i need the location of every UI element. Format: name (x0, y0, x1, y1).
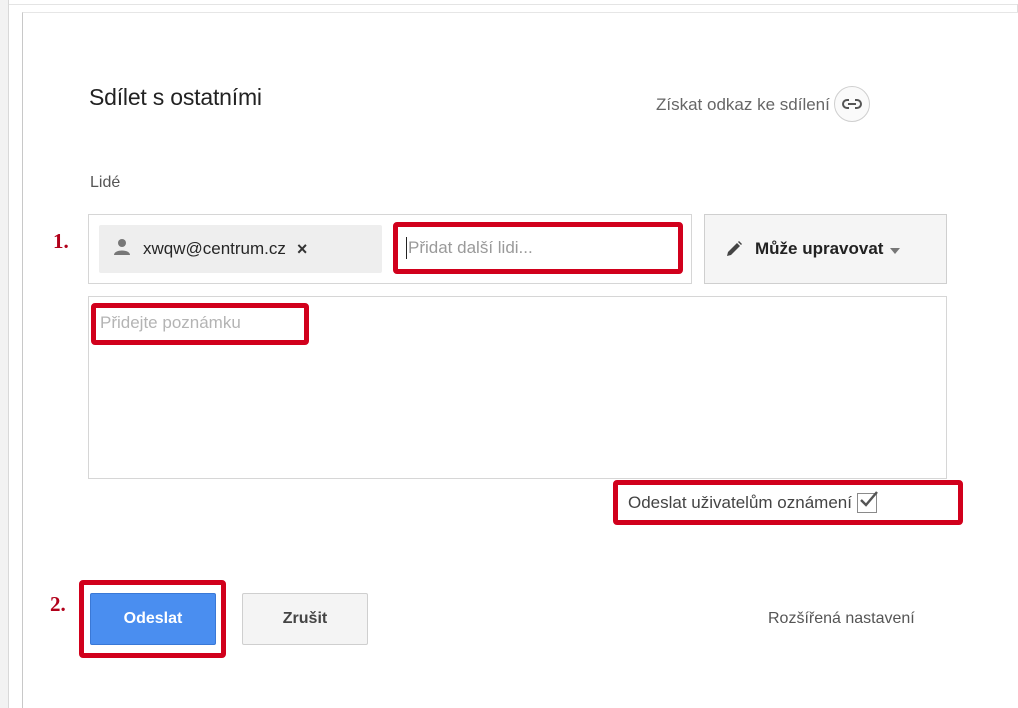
notify-checkbox[interactable] (856, 490, 878, 513)
permission-label: Může upravovat (755, 239, 884, 258)
step-1-marker: 1. (53, 229, 69, 253)
recipient-chip[interactable]: xwqw@centrum.cz × (99, 225, 382, 273)
cancel-button[interactable]: Zrušit (242, 593, 368, 645)
dialog-title: Sdílet s ostatními (89, 84, 262, 110)
background-edge (8, 0, 9, 708)
page: Sdílet s ostatními Získat odkaz ke sdíle… (0, 0, 1018, 708)
remove-recipient-icon[interactable]: × (297, 239, 308, 260)
person-icon (113, 238, 131, 261)
note-textarea[interactable] (100, 313, 300, 335)
get-link-button[interactable]: Získat odkaz ke sdílení (656, 86, 870, 122)
add-people-input[interactable] (408, 238, 658, 258)
link-icon[interactable] (833, 86, 870, 122)
chevron-down-icon (890, 248, 901, 254)
permission-dropdown[interactable]: Může upravovat (704, 214, 947, 284)
get-link-label: Získat odkaz ke sdílení (656, 95, 830, 114)
people-label: Lidé (90, 174, 121, 191)
advanced-settings-link[interactable]: Rozšířená nastavení (768, 610, 915, 628)
notify-label: Odeslat uživatelům oznámení (628, 492, 852, 512)
text-caret (406, 237, 407, 259)
background-strip (0, 0, 8, 708)
background-edge-top (9, 4, 1018, 5)
step-2-marker: 2. (50, 592, 66, 616)
note-highlight (91, 303, 309, 345)
pencil-icon (725, 240, 743, 258)
recipient-email: xwqw@centrum.cz (143, 239, 286, 258)
add-people-highlight (393, 222, 683, 274)
notify-highlight: Odeslat uživatelům oznámení (613, 480, 963, 525)
checkmark-icon (860, 490, 878, 507)
send-button[interactable]: Odeslat (90, 593, 216, 645)
